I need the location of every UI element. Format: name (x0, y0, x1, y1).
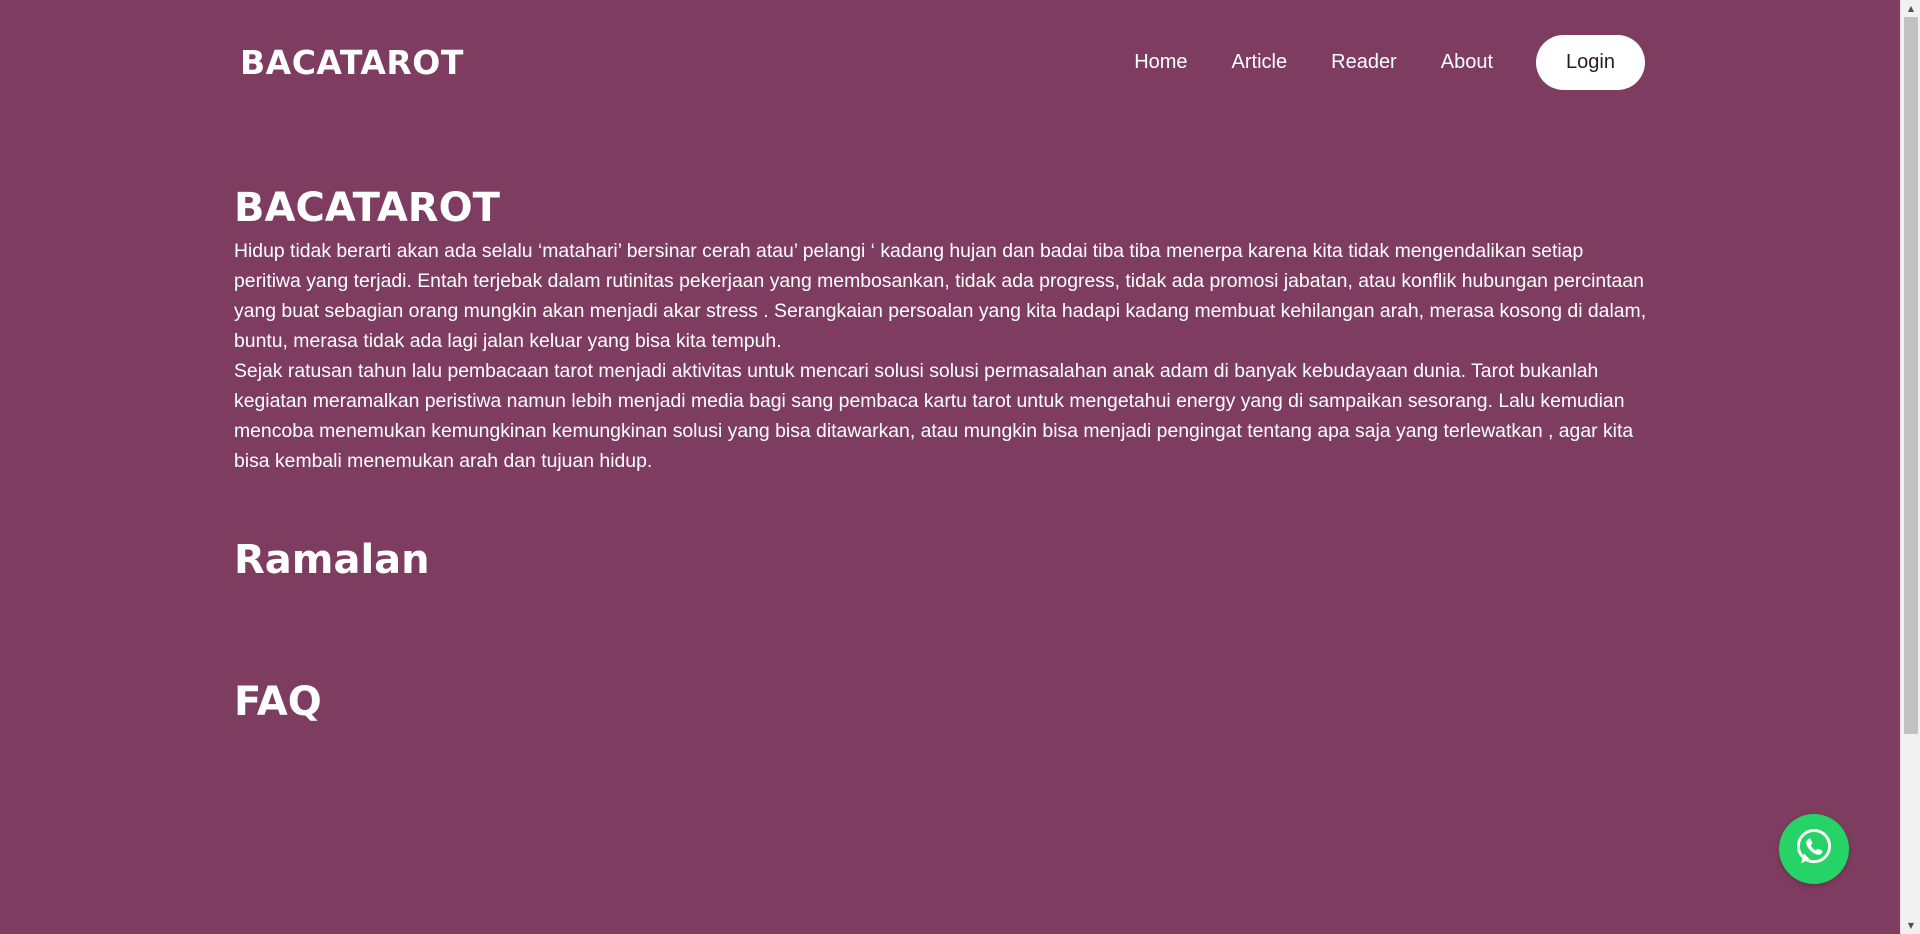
hero-title: BACATAROT (234, 185, 500, 231)
faq-section: FAQ (234, 674, 1649, 730)
hero-paragraph-1: Hidup tidak berarti akan ada selalu ‘mat… (234, 240, 1647, 352)
ramalan-title: Ramalan (234, 537, 430, 583)
scroll-up-icon[interactable]: ▲ (1901, 0, 1920, 17)
nav-article-link[interactable]: Article (1232, 51, 1288, 74)
login-button[interactable]: Login (1536, 35, 1645, 90)
vertical-scrollbar[interactable]: ▲ ▼ (1900, 0, 1920, 934)
whatsapp-button[interactable] (1779, 814, 1849, 884)
hero-paragraph-2: Sejak ratusan tahun lalu pembacaan tarot… (234, 360, 1634, 472)
scroll-down-icon[interactable]: ▼ (1901, 917, 1920, 934)
faq-title: FAQ (234, 679, 322, 725)
page: BACATAROT Home Article Reader About Logi… (0, 0, 1900, 934)
nav-about-link[interactable]: About (1441, 51, 1493, 74)
nav-home-link[interactable]: Home (1134, 51, 1187, 74)
hero-section: BACATAROT Hidup tidak berarti akan ada s… (234, 180, 1649, 476)
ramalan-section: Ramalan (234, 532, 1649, 588)
nav-links: Home Article Reader About Login (1134, 35, 1645, 90)
main-content: BACATAROT Hidup tidak berarti akan ada s… (234, 180, 1649, 730)
whatsapp-icon (1792, 825, 1836, 873)
nav-reader-link[interactable]: Reader (1331, 51, 1397, 74)
scroll-thumb[interactable] (1904, 17, 1918, 734)
navbar: BACATAROT Home Article Reader About Logi… (240, 35, 1645, 90)
brand-logo[interactable]: BACATAROT (240, 43, 464, 82)
